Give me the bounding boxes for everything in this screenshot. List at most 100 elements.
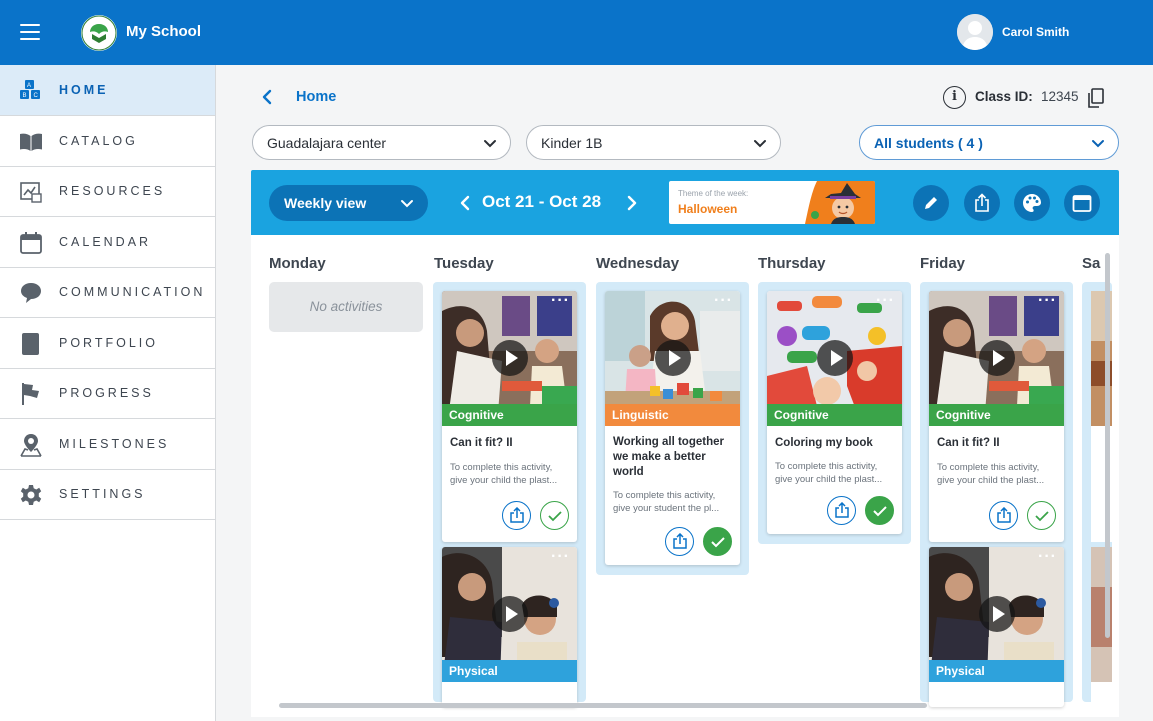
horizontal-scrollbar[interactable]: [279, 703, 927, 708]
no-activities-text: No activities: [309, 299, 383, 314]
sidebar-item-communication[interactable]: COMMUNICATION: [0, 267, 215, 318]
share-activity-button[interactable]: [989, 501, 1018, 530]
more-options-icon[interactable]: ···: [1038, 293, 1057, 309]
avatar[interactable]: [957, 14, 993, 50]
theme-banner[interactable]: Theme of the week: Halloween: [669, 181, 875, 224]
play-icon[interactable]: [817, 340, 853, 376]
category-label: Cognitive: [442, 404, 577, 426]
activity-title: Can it fit? II: [450, 437, 513, 449]
sidebar-item-label: RESOURCES: [59, 184, 166, 198]
share-icon: [510, 507, 524, 523]
svg-text:A: A: [27, 83, 31, 89]
day-column-friday: ··· Cognitive Can it fit? II To complete…: [920, 282, 1073, 707]
sidebar-item-label: SETTINGS: [59, 487, 146, 501]
more-options-icon[interactable]: ···: [714, 293, 733, 309]
sidebar-item-label: COMMUNICATION: [59, 285, 206, 299]
category-label: Physical: [929, 660, 1064, 682]
sidebar-item-settings[interactable]: SETTINGS: [0, 469, 215, 520]
sidebar-item-calendar[interactable]: CALENDAR: [0, 217, 215, 268]
theme-caption: Theme of the week:: [678, 189, 749, 198]
day-header-tuesday: Tuesday: [434, 255, 494, 272]
back-chevron-icon[interactable]: [258, 88, 276, 106]
activity-description: To complete this activity, give your chi…: [450, 462, 558, 486]
activity-card[interactable]: ··· Linguistic Working all together we m…: [605, 291, 740, 565]
center-select[interactable]: Guadalajara center: [252, 125, 511, 160]
user-name[interactable]: Carol Smith: [1002, 25, 1069, 39]
class-id-label: Class ID:: [975, 89, 1033, 104]
activity-title: Working all together we make a better wo…: [613, 436, 724, 478]
portfolio-icon: [22, 333, 39, 355]
activity-card[interactable]: ··· Cognitive Can it fit? II To complete…: [929, 291, 1064, 542]
calendar-icon: [1072, 195, 1092, 212]
next-week-icon[interactable]: [623, 193, 641, 213]
students-select[interactable]: All students ( 4 ): [859, 125, 1119, 160]
more-options-icon[interactable]: ···: [551, 293, 570, 309]
share-activity-button[interactable]: [502, 501, 531, 530]
complete-activity-button[interactable]: [703, 527, 732, 556]
more-options-icon[interactable]: ···: [876, 293, 895, 309]
chevron-down-icon: [484, 140, 496, 148]
activity-description: To complete this activity, give your chi…: [937, 462, 1045, 486]
day-header-monday: Monday: [269, 255, 326, 272]
group-select[interactable]: Kinder 1B: [526, 125, 781, 160]
activity-card[interactable]: ··· Cognitive Coloring my book To comple…: [767, 291, 902, 534]
class-id-value: 12345: [1041, 89, 1079, 104]
calendar-button[interactable]: [1064, 185, 1100, 221]
sidebar-item-label: MILESTONES: [59, 437, 170, 451]
sidebar-item-label: CATALOG: [59, 134, 138, 148]
info-icon[interactable]: i: [943, 86, 966, 109]
chat-bubble-icon: [21, 283, 41, 303]
activity-description: To complete this activity, give your stu…: [613, 490, 720, 514]
app-title: My School: [126, 23, 202, 40]
play-icon[interactable]: [979, 340, 1015, 376]
activity-card[interactable]: ··· Physical: [929, 547, 1064, 707]
sidebar-item-milestones[interactable]: MILESTONES: [0, 419, 215, 470]
complete-activity-button[interactable]: [1027, 501, 1056, 530]
school-logo: [81, 15, 117, 51]
sidebar-item-progress[interactable]: PROGRESS: [0, 368, 215, 419]
halloween-witch-illustration: [805, 181, 875, 224]
flag-icon: [22, 383, 39, 405]
hamburger-menu-icon[interactable]: [20, 24, 40, 40]
complete-activity-button[interactable]: [540, 501, 569, 530]
activity-card[interactable]: ··· Cognitive Can it fit? II To complete…: [442, 291, 577, 542]
play-icon[interactable]: [492, 340, 528, 376]
share-activity-button[interactable]: [827, 496, 856, 525]
week-calendar: Monday Tuesday Wednesday Thursday Friday…: [251, 235, 1119, 717]
play-icon[interactable]: [979, 596, 1015, 632]
play-icon[interactable]: [655, 340, 691, 376]
share-activity-button[interactable]: [665, 527, 694, 556]
more-options-icon[interactable]: ···: [1038, 549, 1057, 565]
check-icon: [548, 511, 562, 522]
vertical-scrollbar[interactable]: [1105, 253, 1110, 638]
edit-button[interactable]: [913, 185, 949, 221]
pencil-icon: [925, 197, 937, 209]
category-label: Linguistic: [605, 404, 740, 426]
center-select-value: Guadalajara center: [267, 135, 387, 151]
breadcrumb[interactable]: Home: [296, 89, 336, 105]
share-icon: [975, 193, 989, 212]
previous-week-icon[interactable]: [456, 193, 474, 213]
category-label: Cognitive: [767, 404, 902, 426]
palette-icon: [1023, 194, 1041, 212]
students-select-value: All students ( 4 ): [874, 135, 983, 151]
sidebar-item-home[interactable]: A B C HOME: [0, 65, 215, 116]
book-icon: [20, 133, 42, 151]
palette-button[interactable]: [1014, 185, 1050, 221]
day-column-wednesday: ··· Linguistic Working all together we m…: [596, 282, 749, 575]
resources-icon: [20, 182, 42, 203]
share-button[interactable]: [964, 185, 1000, 221]
group-select-value: Kinder 1B: [541, 135, 603, 151]
view-select-value: Weekly view: [284, 195, 367, 211]
view-select[interactable]: Weekly view: [269, 185, 428, 221]
category-label: Physical: [442, 660, 577, 682]
copy-icon[interactable]: [1085, 87, 1107, 109]
more-options-icon[interactable]: ···: [551, 549, 570, 565]
play-icon[interactable]: [492, 596, 528, 632]
activity-card[interactable]: ··· Physical: [442, 547, 577, 707]
sidebar-item-catalog[interactable]: CATALOG: [0, 116, 215, 167]
sidebar-item-portfolio[interactable]: PORTFOLIO: [0, 318, 215, 369]
complete-activity-button[interactable]: [865, 496, 894, 525]
sidebar-item-resources[interactable]: RESOURCES: [0, 166, 215, 217]
sidebar: A B C HOME CATALOG RESOURCES CALENDAR CO…: [0, 65, 216, 721]
